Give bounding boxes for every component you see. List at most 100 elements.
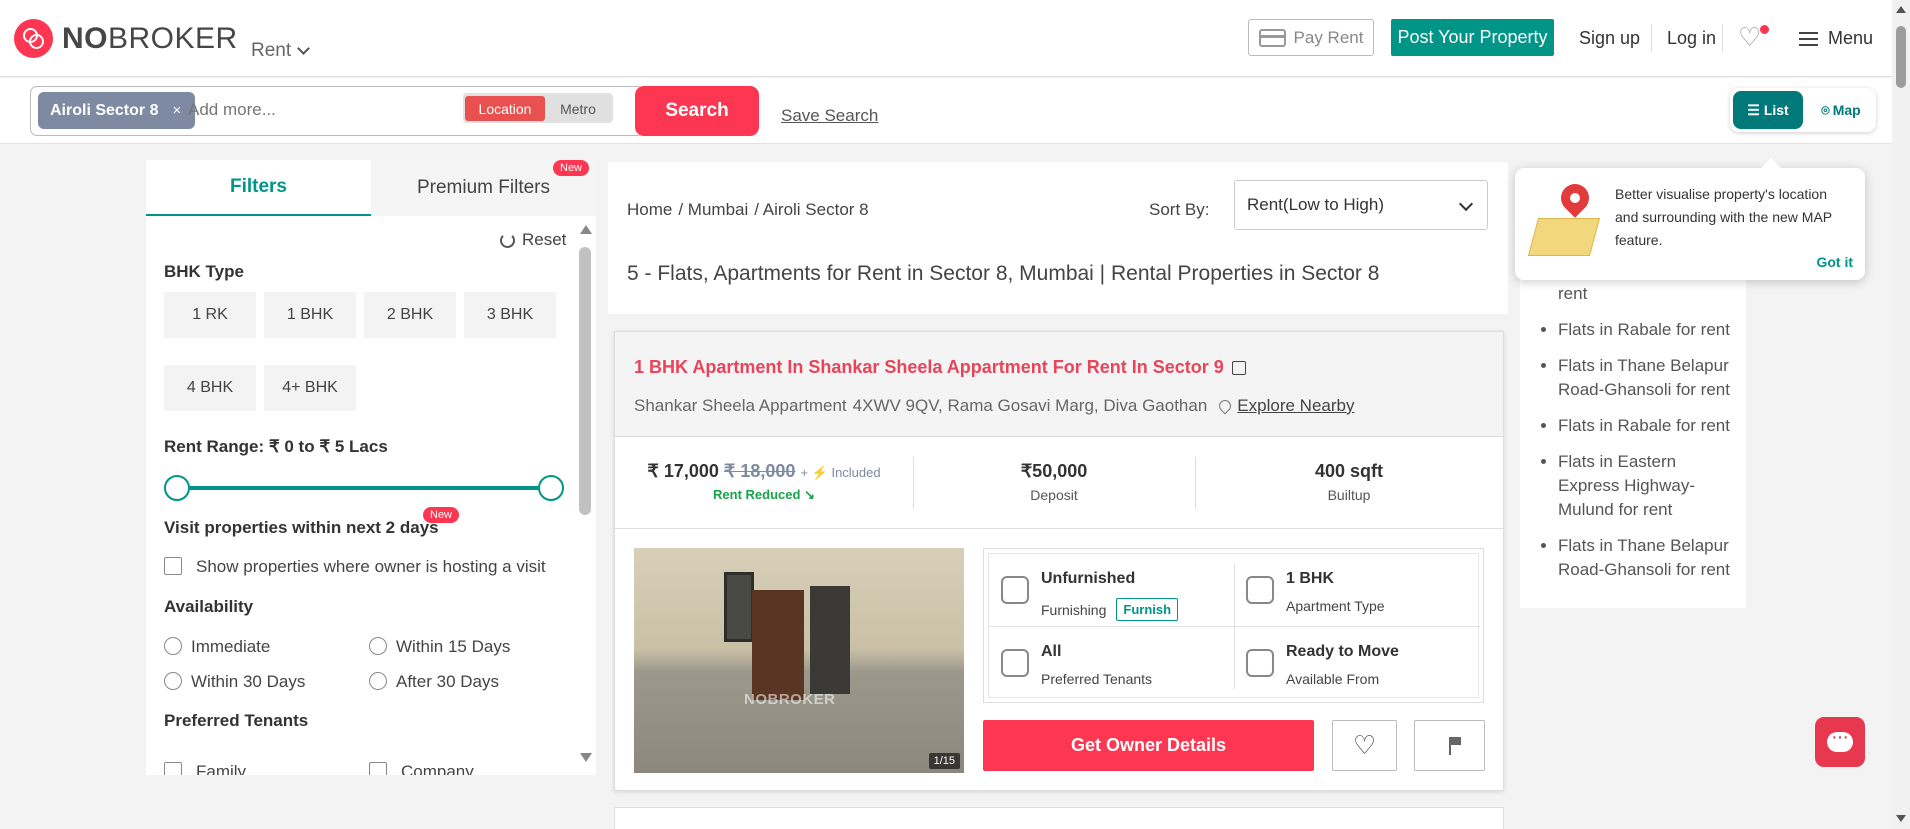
page-scrollbar[interactable]	[1892, 0, 1910, 829]
list-view-label: List	[1763, 102, 1789, 118]
save-search-link[interactable]: Save Search	[781, 106, 878, 126]
photo-door	[752, 590, 804, 700]
key-icon	[1246, 649, 1274, 677]
map-view-label: Map	[1832, 102, 1861, 118]
rent-reduced-tag: Rent Reduced ↘	[713, 487, 815, 502]
search-button[interactable]: Search	[635, 86, 759, 136]
old-rent-price: ₹ 18,000	[723, 461, 796, 481]
metro-toggle-button[interactable]: Metro	[548, 96, 608, 121]
property-card-next	[614, 807, 1504, 829]
furnishing-value: Unfurnished	[1041, 570, 1136, 587]
scroll-up-icon[interactable]	[1896, 6, 1906, 13]
sort-select[interactable]: Rent(Low to High)	[1234, 180, 1488, 230]
filters-scroll-up-icon[interactable]	[580, 225, 592, 234]
scroll-down-icon[interactable]	[1896, 815, 1906, 822]
furnishing-label: Furnishing	[1041, 601, 1107, 618]
post-property-button[interactable]: Post Your Property	[1391, 19, 1554, 56]
chat-icon	[1827, 726, 1853, 752]
availability-from-label: Available From	[1286, 671, 1380, 687]
results-header: Home / Mumbai / Airoli Sector 8 Sort By:…	[608, 162, 1508, 314]
pay-rent-button[interactable]: Pay Rent	[1248, 19, 1374, 56]
reset-label: Reset	[522, 230, 567, 249]
page-scrollbar-thumb[interactable]	[1896, 26, 1906, 88]
explore-nearby-link[interactable]: Explore Nearby	[1237, 396, 1354, 416]
nobroker-logo[interactable]: NOBROKER	[14, 19, 238, 58]
availability-radio[interactable]	[369, 672, 387, 690]
property-title-text: 1 BHK Apartment In Shankar Sheela Appart…	[634, 357, 1224, 377]
tenant-checkbox[interactable]	[164, 762, 182, 775]
furnish-tag[interactable]: Furnish	[1116, 598, 1179, 621]
chip-close-icon[interactable]: ×	[172, 102, 181, 119]
area-stat: 400 sqft Builtup	[1195, 437, 1503, 529]
shortlist-heart-icon[interactable]: ♡	[1738, 24, 1761, 50]
related-link[interactable]: Flats in Rabale for rent	[1558, 318, 1746, 342]
location-pin-icon	[1216, 397, 1234, 415]
availability-title: Availability	[164, 597, 254, 616]
photo-counter: 1/15	[928, 753, 960, 769]
rent-dropdown[interactable]: Rent	[251, 40, 311, 62]
property-card-header: 1 BHK Apartment In Shankar Sheela Appart…	[615, 332, 1503, 437]
apartment-type-cell: 1 BHK Apartment Type	[1234, 554, 1479, 626]
chat-button[interactable]	[1815, 717, 1865, 767]
street-address: 4XWV 9QV, Rama Gosavi Marg, Diva Gaothan	[852, 396, 1208, 415]
header-divider	[1722, 24, 1723, 52]
related-link[interactable]: Flats in Rabale for rent	[1558, 414, 1746, 438]
availability-radio[interactable]	[164, 672, 182, 690]
filters-scrollbar[interactable]	[579, 247, 591, 515]
breadcrumb-home[interactable]: Home	[627, 200, 672, 220]
logo-text: NOBROKER	[62, 21, 238, 55]
property-photo[interactable]: NOBROKER 1/15	[634, 548, 964, 773]
bhk-option[interactable]: 1 BHK	[264, 292, 356, 338]
menu-button[interactable]: Menu	[1799, 28, 1873, 49]
property-info-grid: Unfurnished Furnishing Furnish 1 BHK Apa…	[983, 548, 1484, 703]
external-link-icon[interactable]	[1231, 360, 1246, 375]
availability-label: After 30 Days	[396, 672, 499, 691]
logo-icon	[14, 19, 53, 58]
list-icon: ☰	[1747, 101, 1760, 118]
related-link[interactable]: Flats in Eastern Express Highway-Mulund …	[1558, 450, 1746, 522]
location-chip[interactable]: Airoli Sector 8 ×	[38, 92, 196, 129]
breadcrumb: Home / Mumbai / Airoli Sector 8	[627, 200, 869, 220]
tenant-label: Family	[196, 762, 247, 775]
rent-range-min-handle[interactable]	[164, 475, 190, 501]
rent-range-max-handle[interactable]	[538, 475, 564, 501]
property-title[interactable]: 1 BHK Apartment In Shankar Sheela Appart…	[634, 357, 1246, 378]
got-it-button[interactable]: Got it	[1816, 254, 1853, 270]
filters-panel: Filters Premium Filters New Reset BHK Ty…	[146, 160, 596, 775]
filters-scroll-down-icon[interactable]	[580, 753, 592, 762]
bhk-option[interactable]: 1 RK	[164, 292, 256, 338]
tooltip-text: Better visualise property's location and…	[1615, 186, 1832, 248]
property-stats: ₹ 17,000 ₹ 18,000 + ⚡ Included Rent Redu…	[615, 437, 1503, 529]
breadcrumb-city[interactable]: / Mumbai	[678, 200, 748, 220]
bhk-option[interactable]: 2 BHK	[364, 292, 456, 338]
notification-dot	[1760, 25, 1769, 34]
related-link[interactable]: Flats in Thane Belapur Road-Ghansoli for…	[1558, 534, 1746, 582]
tenants-cell: All Preferred Tenants	[989, 627, 1234, 699]
location-toggle-button[interactable]: Location	[465, 96, 545, 121]
get-owner-details-button[interactable]: Get Owner Details	[983, 720, 1314, 771]
chevron-down-icon	[1458, 196, 1474, 212]
bhk-option[interactable]: 4+ BHK	[264, 365, 356, 411]
sign-up-link[interactable]: Sign up	[1579, 28, 1640, 49]
related-link[interactable]: Flats in Thane Belapur Road-Ghansoli for…	[1558, 354, 1746, 402]
reset-button[interactable]: Reset	[500, 230, 566, 250]
map-view-button[interactable]: ⌾ Map	[1810, 91, 1872, 129]
search-input[interactable]	[188, 100, 448, 120]
flag-icon	[1448, 736, 1461, 755]
tenant-checkbox[interactable]	[369, 762, 387, 775]
breadcrumb-locality[interactable]: / Airoli Sector 8	[754, 200, 868, 220]
bhk-option[interactable]: 3 BHK	[464, 292, 556, 338]
bhk-option[interactable]: 4 BHK	[164, 365, 256, 411]
rent-range-track	[176, 486, 548, 490]
tab-filters[interactable]: Filters	[146, 160, 371, 216]
log-in-link[interactable]: Log in	[1667, 28, 1716, 49]
report-button[interactable]	[1414, 720, 1485, 771]
hosting-visit-checkbox[interactable]	[164, 557, 182, 575]
shortlist-button[interactable]: ♡	[1332, 720, 1397, 771]
availability-value: Ready to Move	[1286, 643, 1399, 660]
hamburger-icon	[1799, 31, 1818, 46]
availability-radio[interactable]	[164, 637, 182, 655]
list-view-button[interactable]: ☰ List	[1733, 91, 1803, 129]
info-divider	[1234, 564, 1235, 689]
availability-radio[interactable]	[369, 637, 387, 655]
